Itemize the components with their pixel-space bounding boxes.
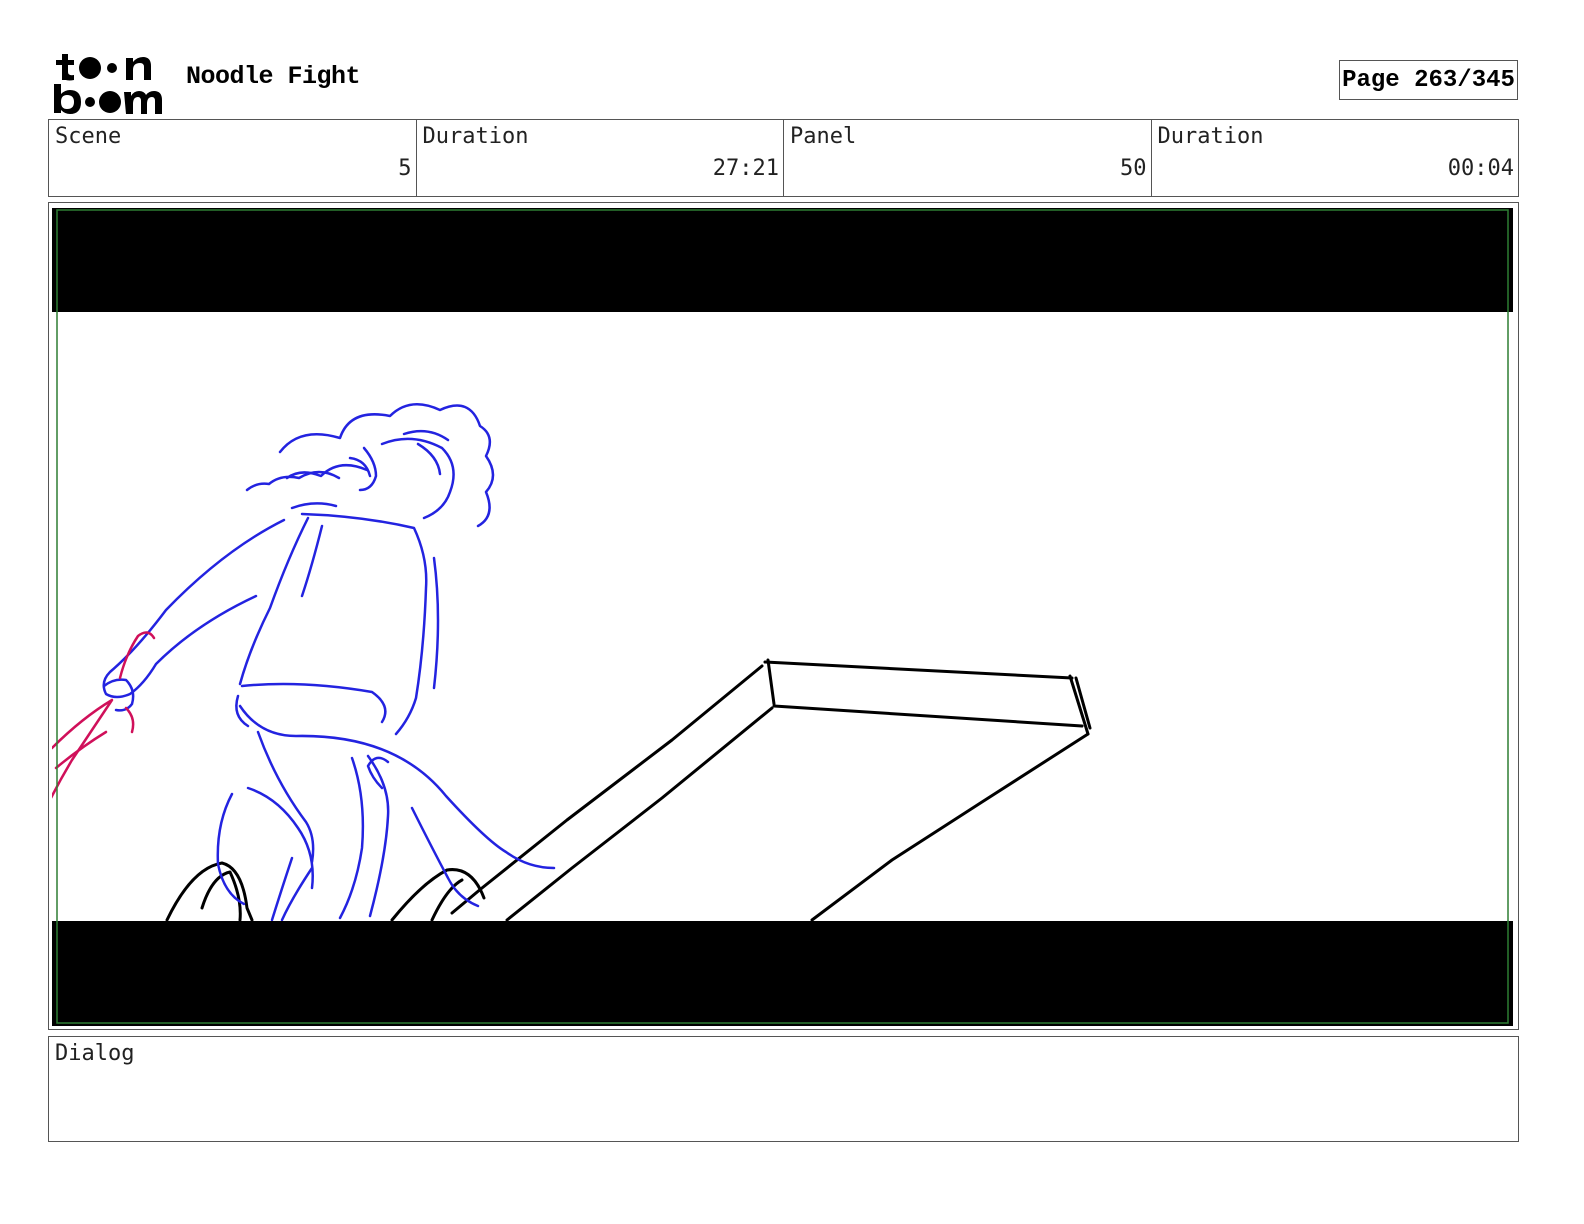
scene-value: 5: [398, 156, 412, 181]
panel-cell: Panel 50: [784, 120, 1152, 196]
letterbox-bottom: [52, 921, 1513, 1026]
panel-duration-label: Duration: [1157, 124, 1264, 149]
panel-value: 50: [1120, 156, 1147, 181]
panel-duration-cell: Duration 00:04: [1152, 120, 1519, 196]
project-title: Noodle Fight: [186, 62, 361, 91]
page-number: Page 263/345: [1339, 60, 1518, 100]
storyboard-panel-image: [52, 208, 1513, 1026]
panel-info-row: Scene 5 Duration 27:21 Panel 50 Duration…: [48, 119, 1519, 197]
dialog-label: Dialog: [55, 1041, 135, 1066]
scene-cell: Scene 5: [49, 120, 417, 196]
scene-duration-cell: Duration 27:21: [417, 120, 784, 196]
dialog-box: Dialog: [48, 1036, 1519, 1142]
scene-duration-value: 27:21: [712, 156, 779, 181]
letterbox-top: [52, 208, 1513, 312]
panel-label: Panel: [790, 124, 857, 149]
scene-label: Scene: [55, 124, 122, 149]
scene-duration-label: Duration: [422, 124, 529, 149]
toon-boom-logo: [54, 54, 162, 114]
panel-duration-value: 00:04: [1447, 156, 1514, 181]
